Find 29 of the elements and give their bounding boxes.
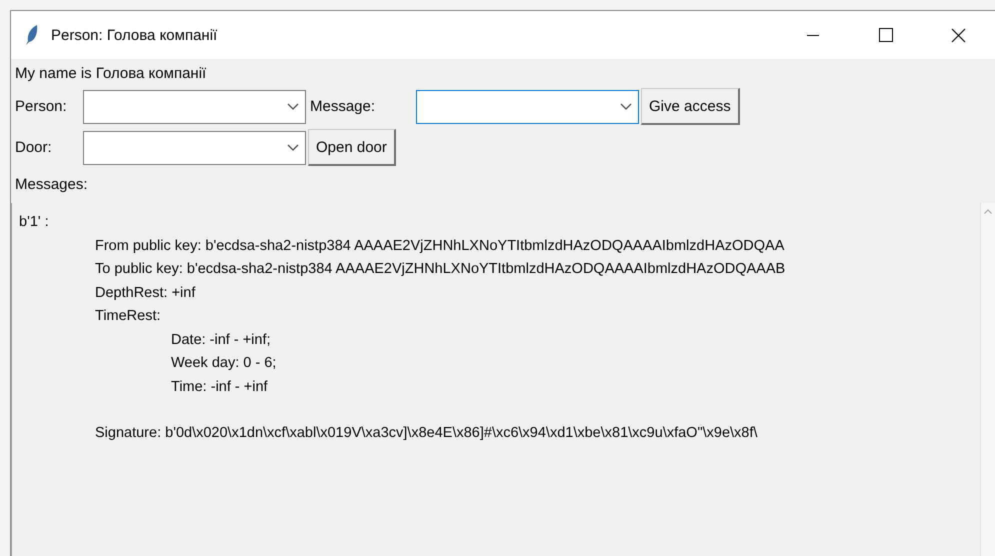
log-line: Signature: b'0d\x020\x1dn\xcf\xabl\x019V\xa3cv]\x8e4E\x86]#\xc6\x94\xd1\xbe\x81\xc9u\xfaO"\x9e\x8f\ <box>95 424 758 443</box>
log-line: DepthRest: +inf <box>95 284 196 302</box>
give-access-button[interactable]: Give access <box>641 88 740 125</box>
open-door-button[interactable]: Open door <box>308 129 396 166</box>
dropdown-field[interactable] <box>83 130 306 164</box>
log-line: From public key: b'ecdsa-sha2-nistp384 AAAAE2VjZHNhLXNoYTItbmlzdHAzODQAAAAIbmlzdHAzODQAA <box>95 236 784 256</box>
messages-label: Messages: <box>15 176 89 193</box>
log-line: To public key: b'ecdsa-sha2-nistp384 AAAAE2VjZHNhLXNoYTItbmlzdHAzODQAAAAIbmlzdHAzODQAAAB <box>95 260 786 279</box>
chevron-down-icon <box>620 103 632 110</box>
log-line: Week day: 0 - 6; <box>171 354 276 373</box>
log-line: b'1' : <box>19 213 49 232</box>
dropdown-field[interactable] <box>416 90 639 124</box>
log-line: Time: -inf - +inf <box>171 378 268 396</box>
maximize-icon <box>878 28 892 42</box>
person-label: Person: <box>15 98 68 115</box>
door-label: Door: <box>15 139 53 156</box>
message-label: Message: <box>310 98 376 115</box>
close-icon <box>951 28 966 42</box>
log-line: TimeRest: <box>95 307 161 326</box>
minimize-icon <box>806 34 818 36</box>
greeting-text: My name is Голова компанії <box>15 65 208 82</box>
log-line: Date: -inf - +inf; <box>171 330 271 350</box>
window-title: Person: Голова компанії <box>51 26 218 44</box>
chevron-down-icon <box>287 103 299 110</box>
dropdown-field[interactable] <box>83 90 306 124</box>
chevron-down-icon <box>287 144 299 151</box>
feather-icon <box>25 24 39 46</box>
scrollbar[interactable] <box>980 203 995 556</box>
scroll-up-icon <box>984 209 992 214</box>
